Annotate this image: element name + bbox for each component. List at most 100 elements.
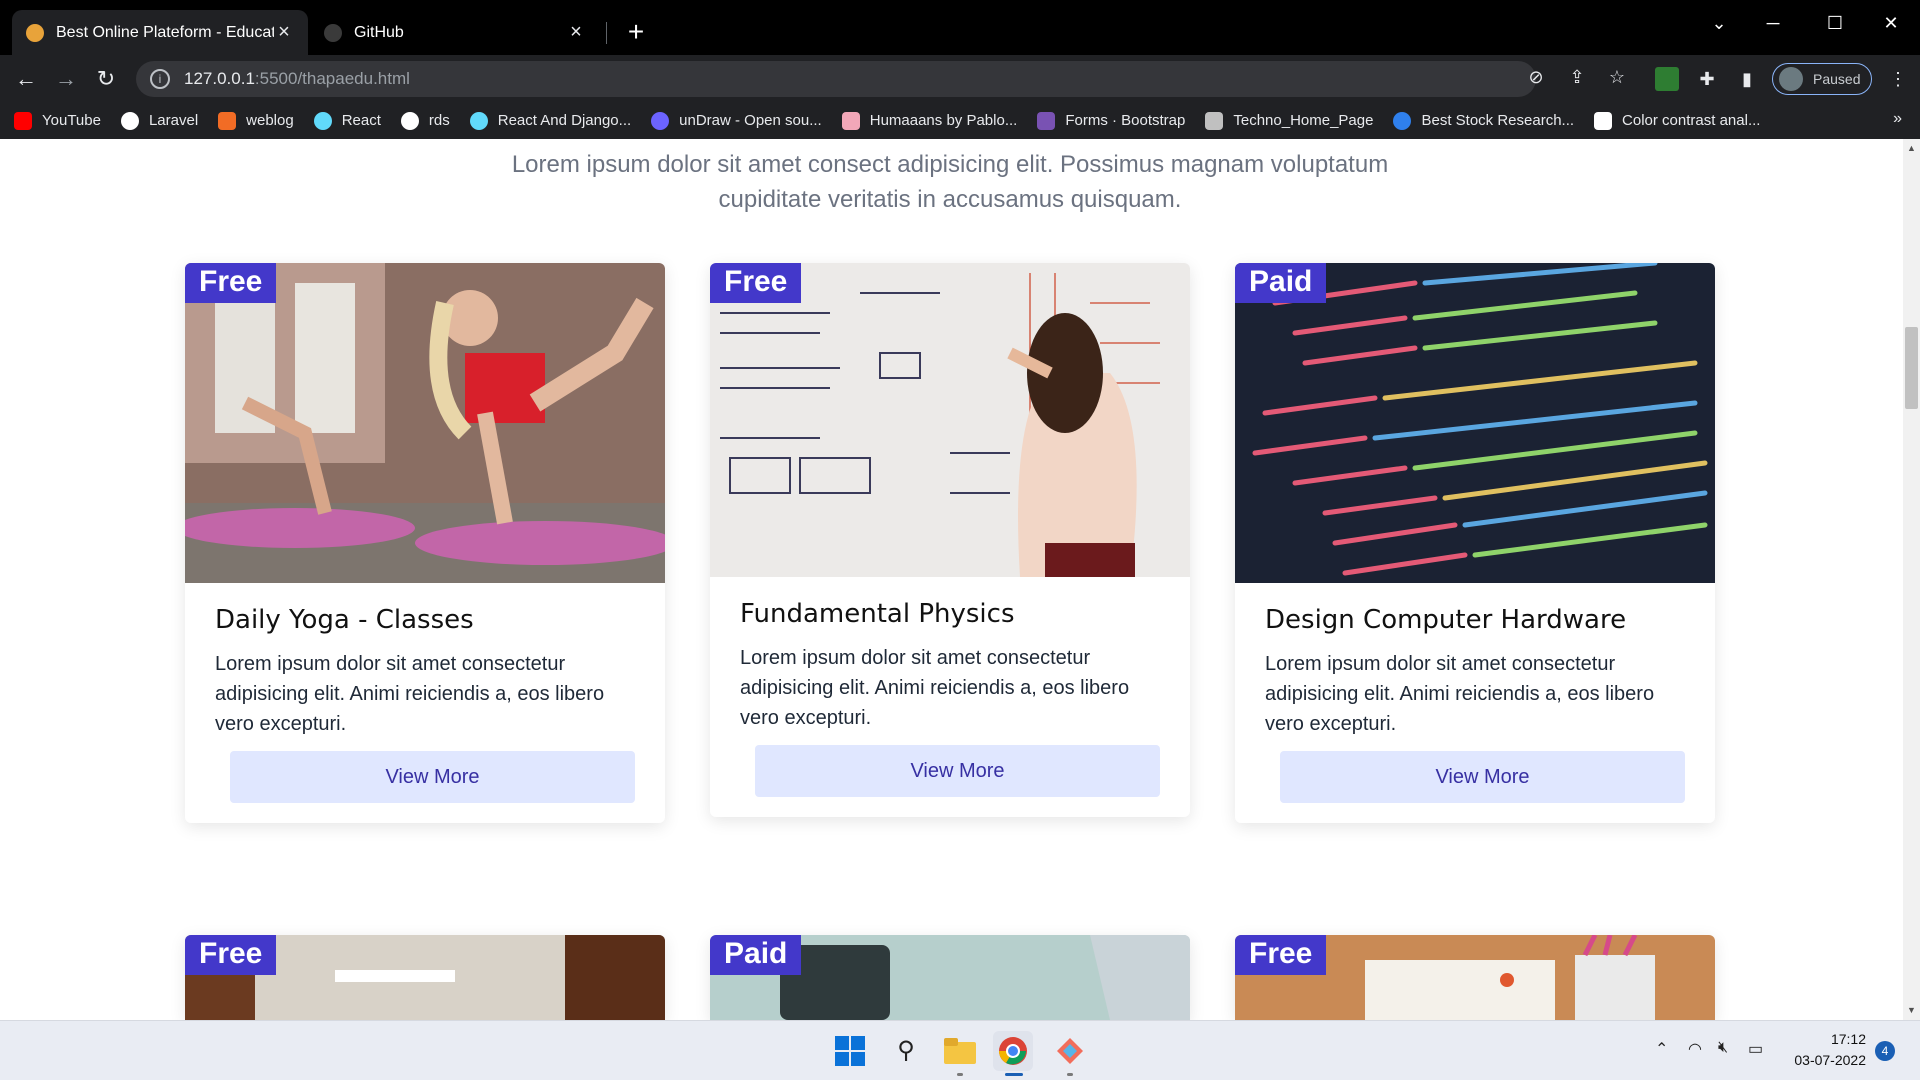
badge-free: Free	[1235, 935, 1327, 975]
reload-icon[interactable]: ↻	[90, 63, 122, 95]
bookmark-weblog[interactable]: weblog	[218, 111, 294, 130]
course-description: Lorem ipsum dolor sit amet consectetur a…	[1265, 653, 1655, 735]
badge-free: Free	[185, 263, 277, 303]
scroll-down-icon[interactable]: ▼	[1906, 1005, 1917, 1016]
notification-badge[interactable]: 4	[1875, 1041, 1895, 1061]
back-icon[interactable]: ←	[10, 63, 42, 95]
course-card-hardware: Paid Design Computer Hardware Lorem ipsu…	[1235, 263, 1715, 823]
react-icon	[469, 111, 488, 130]
bookmark-star-icon[interactable]: ☆	[1605, 65, 1629, 89]
course-image-physics: Free	[710, 263, 1190, 577]
page-scrollbar[interactable]: ▲ ▼	[1903, 139, 1920, 1020]
tab-search-icon[interactable]: ⌄	[1696, 8, 1742, 38]
scrollbar-thumb[interactable]	[1905, 327, 1918, 409]
globe-icon	[120, 111, 139, 130]
avatar	[1779, 67, 1803, 91]
close-window-icon[interactable]: ✕	[1868, 8, 1914, 38]
show-hidden-icons-icon[interactable]: ⌃	[1655, 1039, 1668, 1059]
clock-time: 17:12	[1830, 1031, 1866, 1047]
search-icon[interactable]: ⚲	[886, 1031, 926, 1071]
tab-github[interactable]: GitHub ×	[310, 10, 600, 55]
course-description: Lorem ipsum dolor sit amet consectetur a…	[215, 653, 605, 735]
profile-button[interactable]: Paused	[1772, 63, 1872, 95]
bookmark-laravel[interactable]: Laravel	[120, 111, 198, 130]
minimize-icon[interactable]: ─	[1750, 8, 1796, 38]
course-image-library: Free	[185, 935, 665, 1020]
running-indicator	[957, 1073, 963, 1076]
tab-active[interactable]: Best Online Plateform - Educatio ×	[12, 10, 308, 55]
menu-kebab-icon[interactable]: ⋮	[1886, 67, 1910, 91]
windows-taskbar: ⚲ ⌃ ◠ 🔇︎ ▭ 17:12 03-07-2022 4	[0, 1020, 1920, 1080]
humaaans-icon	[841, 111, 860, 130]
bookmark-techno-home[interactable]: Techno_Home_Page	[1205, 111, 1373, 130]
contrast-icon	[1594, 111, 1613, 130]
course-title: Design Computer Hardware	[1265, 605, 1627, 635]
bookmark-color-contrast[interactable]: Color contrast anal...	[1594, 111, 1760, 130]
youtube-icon	[14, 111, 32, 130]
tab-close-icon[interactable]: ×	[566, 21, 586, 44]
bookmark-undraw[interactable]: unDraw - Open sou...	[651, 111, 822, 130]
battery-icon[interactable]: ▭	[1748, 1039, 1763, 1059]
side-panel-icon[interactable]: ▮	[1735, 67, 1759, 91]
browser-tabstrip: Best Online Plateform - Educatio × GitHu…	[0, 0, 1920, 55]
system-clock[interactable]: 17:12 03-07-2022	[1788, 1029, 1866, 1071]
badge-free: Free	[710, 263, 802, 303]
forward-icon[interactable]: →	[50, 63, 82, 95]
bookmark-react-django[interactable]: React And Django...	[469, 111, 631, 130]
wifi-icon[interactable]: ◠	[1688, 1039, 1702, 1059]
url-path: :5500/thapaedu.html	[254, 69, 410, 88]
badge-free: Free	[185, 935, 277, 975]
course-title: Fundamental Physics	[740, 599, 1015, 629]
clock-date: 03-07-2022	[1794, 1052, 1866, 1068]
undraw-icon	[651, 111, 670, 130]
eye-off-icon[interactable]: ⊘	[1524, 65, 1548, 89]
globe-icon	[400, 111, 419, 130]
extensions-puzzle-icon[interactable]: ✚	[1695, 67, 1719, 91]
blogger-icon	[218, 111, 237, 130]
bookmark-youtube[interactable]: YouTube	[14, 111, 101, 130]
profile-status: Paused	[1813, 71, 1861, 87]
active-indicator	[1005, 1073, 1023, 1076]
tab-divider	[606, 22, 607, 44]
bootstrap-icon	[1037, 111, 1056, 130]
url-host: 127.0.0.1	[184, 69, 255, 88]
bookmark-humaaans[interactable]: Humaaans by Pablo...	[841, 111, 1017, 130]
course-card-physics: Free Fundamental Physics Lorem ipsum dol…	[710, 263, 1190, 817]
view-more-button[interactable]: View More	[1280, 751, 1685, 803]
bookmark-stock-research[interactable]: Best Stock Research...	[1393, 111, 1574, 130]
course-card-partial: Paid	[710, 935, 1190, 1020]
view-more-button[interactable]: View More	[755, 745, 1160, 797]
file-explorer-icon[interactable]	[940, 1031, 980, 1071]
whiteboard-photo	[710, 263, 1190, 577]
github-icon	[324, 23, 342, 42]
view-more-button[interactable]: View More	[230, 751, 635, 803]
course-image-yoga: Free	[185, 263, 665, 583]
course-description: Lorem ipsum dolor sit amet consectetur a…	[740, 647, 1130, 729]
bookmarks-bar: YouTube Laravel weblog React rds React A…	[0, 102, 1920, 139]
scroll-up-icon[interactable]: ▲	[1906, 143, 1917, 154]
course-card-partial: Free	[185, 935, 665, 1020]
volume-muted-icon[interactable]: 🔇︎	[1718, 1039, 1728, 1057]
more-bookmarks-icon[interactable]: »	[1893, 110, 1902, 128]
site-info-icon[interactable]: i	[150, 69, 170, 89]
site-favicon-icon	[26, 23, 44, 42]
bookmark-rds[interactable]: rds	[400, 111, 450, 130]
chrome-icon[interactable]	[993, 1031, 1033, 1071]
address-bar[interactable]: i 127.0.0.1 :5500/thapaedu.html	[136, 61, 1536, 97]
bookmark-bootstrap[interactable]: Forms · Bootstrap	[1037, 111, 1185, 130]
yoga-photo	[185, 263, 665, 583]
react-icon	[313, 111, 332, 130]
new-tab-icon[interactable]: +	[620, 16, 652, 48]
app-icon[interactable]	[1050, 1031, 1090, 1071]
code-screen-photo	[1235, 263, 1715, 583]
maximize-icon[interactable]: ☐	[1812, 8, 1858, 38]
extension-icon[interactable]	[1655, 67, 1679, 91]
share-icon[interactable]: ⇪	[1565, 65, 1589, 89]
badge-paid: Paid	[1235, 263, 1327, 303]
bookmark-react[interactable]: React	[313, 111, 381, 130]
course-image-tablet: Paid	[710, 935, 1190, 1020]
course-card-partial: Free	[1235, 935, 1715, 1020]
tab-close-icon[interactable]: ×	[274, 21, 294, 44]
stock-icon	[1393, 111, 1412, 130]
windows-start-icon[interactable]	[830, 1031, 870, 1071]
